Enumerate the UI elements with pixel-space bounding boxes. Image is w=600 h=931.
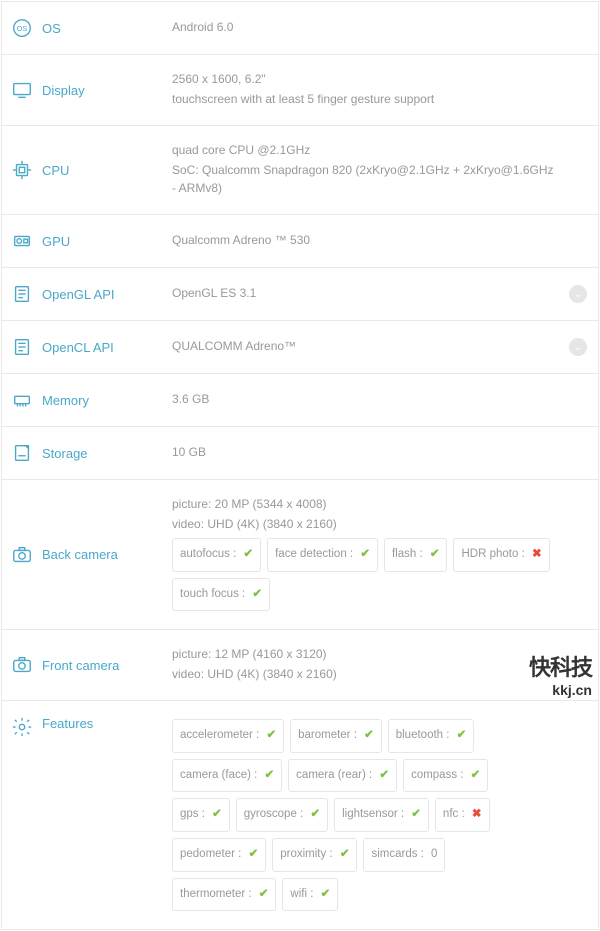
- row-gpu: GPU Qualcomm Adreno ™ 530: [2, 214, 598, 267]
- row-label: Back camera: [42, 547, 172, 562]
- gear-icon: [2, 716, 42, 738]
- row-value: accelerometer : ✔barometer : ✔bluetooth …: [172, 716, 598, 914]
- row-value: quad core CPU @2.1GHz SoC: Qualcomm Snap…: [172, 141, 598, 199]
- chip: compass : ✔: [403, 759, 488, 793]
- chip: camera (face) : ✔: [172, 759, 282, 793]
- check-icon: ✔: [266, 729, 276, 741]
- chip: gps : ✔: [172, 798, 230, 832]
- chip: proximity : ✔: [272, 838, 357, 872]
- memory-icon: [2, 389, 42, 411]
- camera-icon: [2, 654, 42, 676]
- row-cpu: CPU quad core CPU @2.1GHz SoC: Qualcomm …: [2, 125, 598, 214]
- check-icon: ✔: [212, 808, 222, 820]
- row-label: CPU: [42, 163, 172, 178]
- row-back-camera: Back camera picture: 20 MP (5344 x 4008)…: [2, 479, 598, 629]
- chip: bluetooth : ✔: [388, 719, 475, 753]
- chip: thermometer : ✔: [172, 878, 276, 912]
- chip: camera (rear) : ✔: [288, 759, 397, 793]
- chip-value: 0: [431, 848, 437, 860]
- display-icon: [2, 79, 42, 101]
- row-os: OS OS Android 6.0: [2, 1, 598, 54]
- os-icon: OS: [2, 17, 42, 39]
- chip: flash : ✔: [384, 538, 448, 572]
- row-display: Display 2560 x 1600, 6.2" touchscreen wi…: [2, 54, 598, 125]
- row-storage: Storage 10 GB: [2, 426, 598, 479]
- cpu-icon: [2, 159, 42, 181]
- row-value: 2560 x 1600, 6.2" touchscreen with at le…: [172, 70, 598, 110]
- check-icon: ✔: [249, 848, 259, 860]
- row-value: OpenGL ES 3.1: [172, 284, 558, 304]
- row-label: OS: [42, 21, 172, 36]
- row-label: Front camera: [42, 658, 172, 673]
- gpu-icon: [2, 230, 42, 252]
- cross-icon: ✖: [472, 808, 482, 820]
- check-icon: ✔: [457, 729, 467, 741]
- check-icon: ✔: [259, 888, 269, 900]
- row-opencl: OpenCL API QUALCOMM Adreno™ ⌄: [2, 320, 598, 373]
- chip: touch focus : ✔: [172, 578, 270, 612]
- chip: autofocus : ✔: [172, 538, 261, 572]
- svg-text:OS: OS: [17, 24, 28, 33]
- check-icon: ✔: [243, 548, 253, 560]
- check-icon: ✔: [321, 888, 331, 900]
- check-icon: ✔: [411, 808, 421, 820]
- row-opengl: OpenGL API OpenGL ES 3.1 ⌄: [2, 267, 598, 320]
- spec-table: OS OS Android 6.0 Display 2560 x 1600, 6…: [1, 1, 599, 930]
- check-icon: ✔: [340, 848, 350, 860]
- row-front-camera: Front camera picture: 12 MP (4160 x 3120…: [2, 629, 598, 700]
- check-icon: ✔: [379, 769, 389, 781]
- row-value: picture: 12 MP (4160 x 3120) video: UHD …: [172, 645, 598, 685]
- chip: barometer : ✔: [290, 719, 382, 753]
- row-memory: Memory 3.6 GB: [2, 373, 598, 426]
- row-label: OpenGL API: [42, 287, 172, 302]
- row-features: Features accelerometer : ✔barometer : ✔b…: [2, 700, 598, 929]
- check-icon: ✔: [252, 588, 262, 600]
- cross-icon: ✖: [532, 548, 542, 560]
- check-icon: ✔: [360, 548, 370, 560]
- chip: pedometer : ✔: [172, 838, 266, 872]
- row-label: Display: [42, 83, 172, 98]
- chip-list: accelerometer : ✔barometer : ✔bluetooth …: [172, 716, 558, 914]
- check-icon: ✔: [471, 769, 481, 781]
- check-icon: ✔: [265, 769, 275, 781]
- chip: wifi : ✔: [282, 878, 338, 912]
- row-value: picture: 20 MP (5344 x 4008) video: UHD …: [172, 495, 598, 614]
- chip: nfc : ✖: [435, 798, 490, 832]
- row-label: Storage: [42, 446, 172, 461]
- row-value: Android 6.0: [172, 18, 598, 38]
- chevron-down-icon[interactable]: ⌄: [569, 285, 587, 303]
- row-value: QUALCOMM Adreno™: [172, 337, 558, 357]
- opengl-icon: [2, 283, 42, 305]
- chip: HDR photo : ✖: [453, 538, 549, 572]
- row-value: 3.6 GB: [172, 390, 598, 410]
- check-icon: ✔: [430, 548, 440, 560]
- row-label: Memory: [42, 393, 172, 408]
- chip: accelerometer : ✔: [172, 719, 284, 753]
- chip-list: autofocus : ✔face detection : ✔flash : ✔…: [172, 535, 558, 614]
- row-label: GPU: [42, 234, 172, 249]
- check-icon: ✔: [310, 808, 320, 820]
- row-value: 10 GB: [172, 443, 598, 463]
- chip: face detection : ✔: [267, 538, 378, 572]
- check-icon: ✔: [364, 729, 374, 741]
- chip: simcards : 0: [363, 838, 445, 872]
- camera-icon: [2, 544, 42, 566]
- row-label: Features: [42, 716, 172, 731]
- row-value: Qualcomm Adreno ™ 530: [172, 231, 598, 251]
- row-label: OpenCL API: [42, 340, 172, 355]
- opencl-icon: [2, 336, 42, 358]
- chip: gyroscope : ✔: [236, 798, 328, 832]
- chip: lightsensor : ✔: [334, 798, 429, 832]
- chevron-down-icon[interactable]: ⌄: [569, 338, 587, 356]
- storage-icon: [2, 442, 42, 464]
